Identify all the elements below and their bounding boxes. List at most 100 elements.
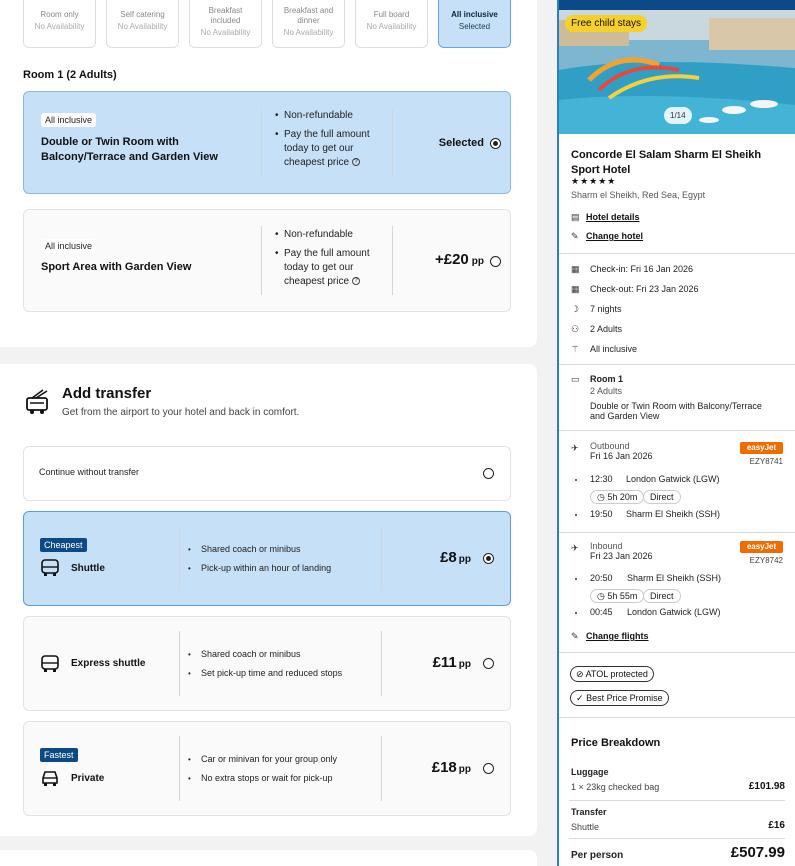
board-name: Room only <box>40 10 79 19</box>
calendar-icon: ▦ <box>571 264 580 274</box>
transfer-name: Shuttle <box>71 563 105 574</box>
feature-item: Non-refundable <box>275 228 380 242</box>
board-name: Breakfast and dinner <box>283 6 334 25</box>
divider <box>559 717 795 718</box>
transfer-radio[interactable] <box>483 658 494 669</box>
outbound-date: Fri 16 Jan 2026 <box>590 451 653 461</box>
duration-value: 5h 20m <box>607 492 638 502</box>
price-value: £8 <box>440 549 457 566</box>
room-radio[interactable] <box>490 256 501 267</box>
hotel-location: Sharm el Sheikh, Red Sea, Egypt <box>571 190 706 200</box>
divider <box>261 108 262 177</box>
room-price: +£20 pp <box>435 251 484 268</box>
change-hotel-link[interactable]: Change hotel <box>586 231 643 241</box>
transfer-subtitle: Get from the airport to your hotel and b… <box>62 407 300 418</box>
per-person-price: £507.99 <box>730 844 785 861</box>
board-option-self-catering[interactable]: Self catering No Availability <box>106 0 179 48</box>
divider <box>392 226 393 295</box>
info-icon[interactable]: ? <box>352 277 361 286</box>
transfer-features: Shared coach or minibus Pick-up within a… <box>188 540 331 578</box>
transfer-label: Transfer <box>571 807 607 817</box>
room-radio[interactable] <box>490 138 501 149</box>
fastest-badge: Fastest <box>40 748 78 762</box>
price-value: £11 <box>432 654 457 671</box>
board-name: All inclusive <box>451 10 498 19</box>
shuttle-icon <box>41 559 59 576</box>
calendar-icon: ▦ <box>571 284 580 294</box>
hotel-image[interactable]: Free child stays 1/14 <box>559 10 795 134</box>
next-card <box>0 850 537 866</box>
cutlery-icon: ⚚ <box>571 344 580 354</box>
inbound-dep-airport: Sharm El Sheikh (SSH) <box>627 573 722 583</box>
inbound-date: Fri 23 Jan 2026 <box>590 551 653 561</box>
price-unit: pp <box>458 764 471 775</box>
change-flights-link[interactable]: Change flights <box>586 631 649 641</box>
transfer-option-shuttle[interactable]: Cheapest Shuttle Shared coach or minibus… <box>23 511 511 606</box>
divider <box>179 526 180 591</box>
luggage-desc: 1 × 23kg checked bag <box>571 782 660 792</box>
divider <box>179 736 180 801</box>
easyjet-logo: easyJet <box>740 541 783 553</box>
nights-count: 7 nights <box>590 304 622 314</box>
divider <box>179 631 180 696</box>
room-name: Double or Twin Room with Balcony/Terrace… <box>41 136 218 163</box>
board-availability: No Availability <box>200 28 251 37</box>
transfer-price: £11 pp <box>433 654 471 671</box>
cheapest-badge: Cheapest <box>40 538 87 552</box>
luggage-label: Luggage <box>571 767 609 777</box>
bus-icon <box>26 389 48 414</box>
hotel-details-link[interactable]: Hotel details <box>586 212 640 222</box>
room-option-double-twin[interactable]: All inclusive Double or Twin Room with B… <box>23 91 511 194</box>
inbound-stops: Direct <box>643 589 681 603</box>
outbound-arr-airport: Sharm El Sheikh (SSH) <box>626 509 721 519</box>
transfer-option-none[interactable]: Continue without transfer <box>23 446 511 501</box>
no-transfer-label: Continue without transfer <box>39 467 140 477</box>
divider <box>559 430 795 431</box>
summary-top-bar <box>559 0 795 10</box>
divider <box>559 652 795 653</box>
feature-item: Car or minivan for your group only <box>188 750 337 769</box>
transfer-radio[interactable] <box>483 763 494 774</box>
transfer-radio[interactable] <box>483 468 494 479</box>
room-title: Room 1 (2 Adults) <box>23 69 117 81</box>
board-availability: No Availability <box>366 22 417 31</box>
board-name: Full board <box>373 10 410 19</box>
transfer-option-express[interactable]: Express shuttle Shared coach or minibus … <box>23 616 511 711</box>
atol-text: ATOL protected <box>585 669 648 679</box>
room-summary-title: Room 1 <box>590 374 624 384</box>
board-option-all-inclusive[interactable]: All inclusive Selected <box>438 0 511 48</box>
transfer-name: Private <box>71 773 105 784</box>
inbound-arr-airport: London Gatwick (LGW) <box>627 607 721 617</box>
transfer-features: Shared coach or minibus Set pick-up time… <box>188 645 342 683</box>
plane-arrive-icon: ✈ <box>571 543 579 553</box>
room-option-sport-area[interactable]: All inclusive Sport Area with Garden Vie… <box>23 209 511 312</box>
divider <box>381 631 382 696</box>
feature-item: Set pick-up time and reduced stops <box>188 664 342 683</box>
divider <box>569 838 785 839</box>
outbound-dep-time: 12:30 <box>590 474 613 484</box>
transfer-radio[interactable] <box>483 553 494 564</box>
board-option-room-only[interactable]: Room only No Availability <box>23 0 96 48</box>
board-option-full-board[interactable]: Full board No Availability <box>355 0 428 48</box>
pencil-icon: ✎ <box>571 231 579 241</box>
atol-badge: ⊘ ATOL protected <box>570 666 654 682</box>
feature-item: Pay the full amount today to get our che… <box>275 247 380 289</box>
room-summary-adults: 2 Adults <box>590 386 623 396</box>
thumbs-up-icon: ✓ <box>576 693 584 703</box>
selected-label: Selected <box>438 137 484 149</box>
outbound-arr-time: 19:50 <box>590 509 613 519</box>
price-value: +£20 <box>434 251 469 268</box>
divider <box>381 736 382 801</box>
people-icon: ⚇ <box>571 324 580 334</box>
board-availability: Selected <box>458 22 491 31</box>
info-icon[interactable]: ? <box>352 158 361 167</box>
flight-number: EZY8742 <box>749 556 783 565</box>
best-price-badge: ✓ Best Price Promise <box>570 690 669 706</box>
room-name: Sport Area with Garden View <box>41 261 192 273</box>
board-option-breakfast-included[interactable]: Breakfast included No Availability <box>189 0 262 48</box>
board-option-breakfast-dinner[interactable]: Breakfast and dinner No Availability <box>272 0 345 48</box>
transfer-option-private[interactable]: Fastest Private Car or minivan for your … <box>23 721 511 816</box>
divider <box>559 364 795 365</box>
outbound-label: Outbound <box>590 441 630 451</box>
left-column: Room only No Availability Self catering … <box>0 0 537 866</box>
